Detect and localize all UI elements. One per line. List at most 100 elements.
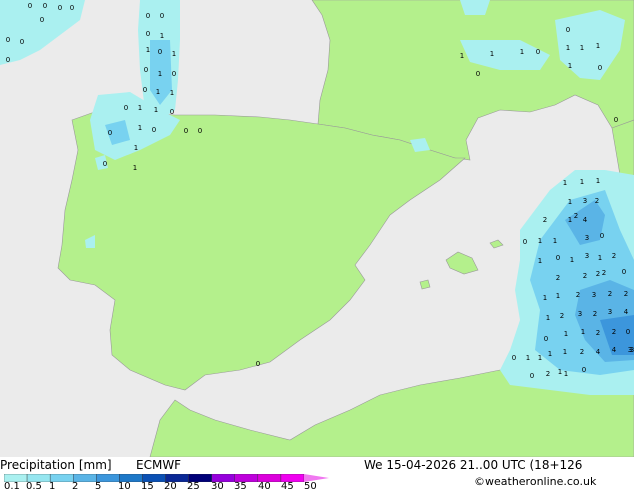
precip-value: 2 — [580, 348, 584, 356]
precip-value: 0 — [512, 354, 516, 362]
precip-value: 1 — [558, 368, 562, 376]
precip-value: 0 — [124, 104, 128, 112]
precip-value: 0 — [160, 12, 164, 20]
precip-value: 0 — [108, 129, 112, 137]
precip-value: 1 — [543, 294, 547, 302]
precip-value: 2 — [556, 274, 560, 282]
map-title: Precipitation [mm] — [0, 458, 112, 472]
precip-value: 2 — [560, 312, 564, 320]
precip-value: 2 — [602, 269, 606, 277]
precip-value: 0 — [198, 127, 202, 135]
precip-value: 1 — [156, 88, 160, 96]
precip-value: 3 — [630, 346, 634, 354]
precip-value: 1 — [520, 48, 524, 56]
precip-value: 1 — [133, 164, 137, 172]
precip-value: 3 — [583, 197, 587, 205]
legend-tick-label: 50 — [304, 481, 317, 492]
precip-value: 1 — [154, 106, 158, 114]
precip-value: 1 — [546, 314, 550, 322]
precip-value: 3 — [592, 291, 596, 299]
precip-value: 2 — [576, 291, 580, 299]
precip-value: 1 — [598, 254, 602, 262]
precip-value: 0 — [476, 70, 480, 78]
precip-value: 1 — [563, 179, 567, 187]
precip-value: 2 — [608, 290, 612, 298]
precip-value: 1 — [568, 62, 572, 70]
precip-value: 0 — [43, 2, 47, 10]
precip-value: 2 — [612, 252, 616, 260]
precip-value: 2 — [593, 310, 597, 318]
legend-tick-label: 45 — [281, 481, 294, 492]
precip-value: 1 — [556, 292, 560, 300]
precip-value: 1 — [146, 46, 150, 54]
precip-value: 4 — [583, 216, 588, 224]
precipitation-map: 0 0 0 0 0 0 0 0 0 0 1 0 1 0 1 1 0 0 1 0 … — [0, 0, 634, 457]
precip-value: 1 — [160, 32, 164, 40]
precip-value: 0 — [144, 66, 148, 74]
precip-value: 0 — [523, 238, 527, 246]
legend-tick-label: 1 — [49, 481, 56, 492]
precip-value: 0 — [103, 160, 107, 168]
precip-value: 0 — [40, 16, 44, 24]
precip-value: 3 — [578, 310, 582, 318]
precip-value: 1 — [580, 44, 584, 52]
precip-value: 1 — [570, 256, 574, 264]
legend-tick-label: 40 — [258, 481, 271, 492]
legend-tick-label: 15 — [141, 481, 154, 492]
precip-value: 1 — [581, 328, 585, 336]
precip-value: 1 — [158, 70, 162, 78]
precip-value: 1 — [170, 89, 174, 97]
precip-value: 1 — [172, 50, 176, 58]
land-ibiza — [419, 279, 431, 290]
model-name: ECMWF — [136, 458, 182, 472]
precip-value: 0 — [184, 127, 188, 135]
precip-value: 1 — [580, 178, 584, 186]
precip-value: 0 — [152, 126, 156, 134]
precip-value: 1 — [538, 354, 542, 362]
legend-tick-label: 35 — [234, 481, 247, 492]
precip-value: 0 — [566, 26, 570, 34]
precip-value: 0 — [170, 108, 174, 116]
precip-value: 0 — [146, 30, 150, 38]
precip-value: 1 — [526, 354, 530, 362]
precip-value: 1 — [134, 144, 138, 152]
precip-value: 0 — [536, 48, 540, 56]
precip-value: 1 — [564, 330, 568, 338]
precip-value: 1 — [563, 348, 567, 356]
precip-value: 4 — [624, 308, 629, 316]
precip-value: 0 — [58, 4, 62, 12]
precip-value: 1 — [596, 177, 600, 185]
legend-tick-label: 20 — [164, 481, 177, 492]
precip-value: 0 — [256, 360, 260, 368]
precip-value: 0 — [626, 328, 630, 336]
precip-value: 2 — [596, 270, 600, 278]
precip-value: 1 — [548, 350, 552, 358]
precip-value: 1 — [553, 237, 557, 245]
precip-value: 0 — [172, 70, 176, 78]
precip-value: 0 — [6, 56, 10, 64]
precip-value: 0 — [614, 116, 618, 124]
precip-value: 1 — [490, 50, 494, 58]
precip-value: 2 — [624, 290, 628, 298]
precip-value: 1 — [568, 198, 572, 206]
legend-tick-label: 2 — [72, 481, 79, 492]
precip-value: 0 — [556, 254, 560, 262]
precip-value: 0 — [622, 268, 626, 276]
precip-value: 2 — [596, 329, 600, 337]
precip-value: 1 — [460, 52, 464, 60]
precip-value: 2 — [612, 328, 616, 336]
precip-value: 0 — [70, 4, 74, 12]
precip-value: 2 — [543, 216, 547, 224]
legend-tick-label: 0.1 — [4, 481, 20, 492]
legend-tick-label: 5 — [95, 481, 102, 492]
credit-text: ©weatheronline.co.uk — [474, 475, 597, 488]
precip-value: 4 — [612, 346, 617, 354]
precip-value: 2 — [595, 197, 599, 205]
precip-value: 1 — [138, 124, 142, 132]
precip-value: 3 — [585, 234, 589, 242]
valid-time: We 15-04-2026 21..00 UTC (18+126 — [364, 458, 583, 472]
legend-tick-label: 10 — [118, 481, 131, 492]
precip-value: 0 — [530, 372, 534, 380]
precip-value: 1 — [596, 42, 600, 50]
precip-value: 0 — [28, 2, 32, 10]
